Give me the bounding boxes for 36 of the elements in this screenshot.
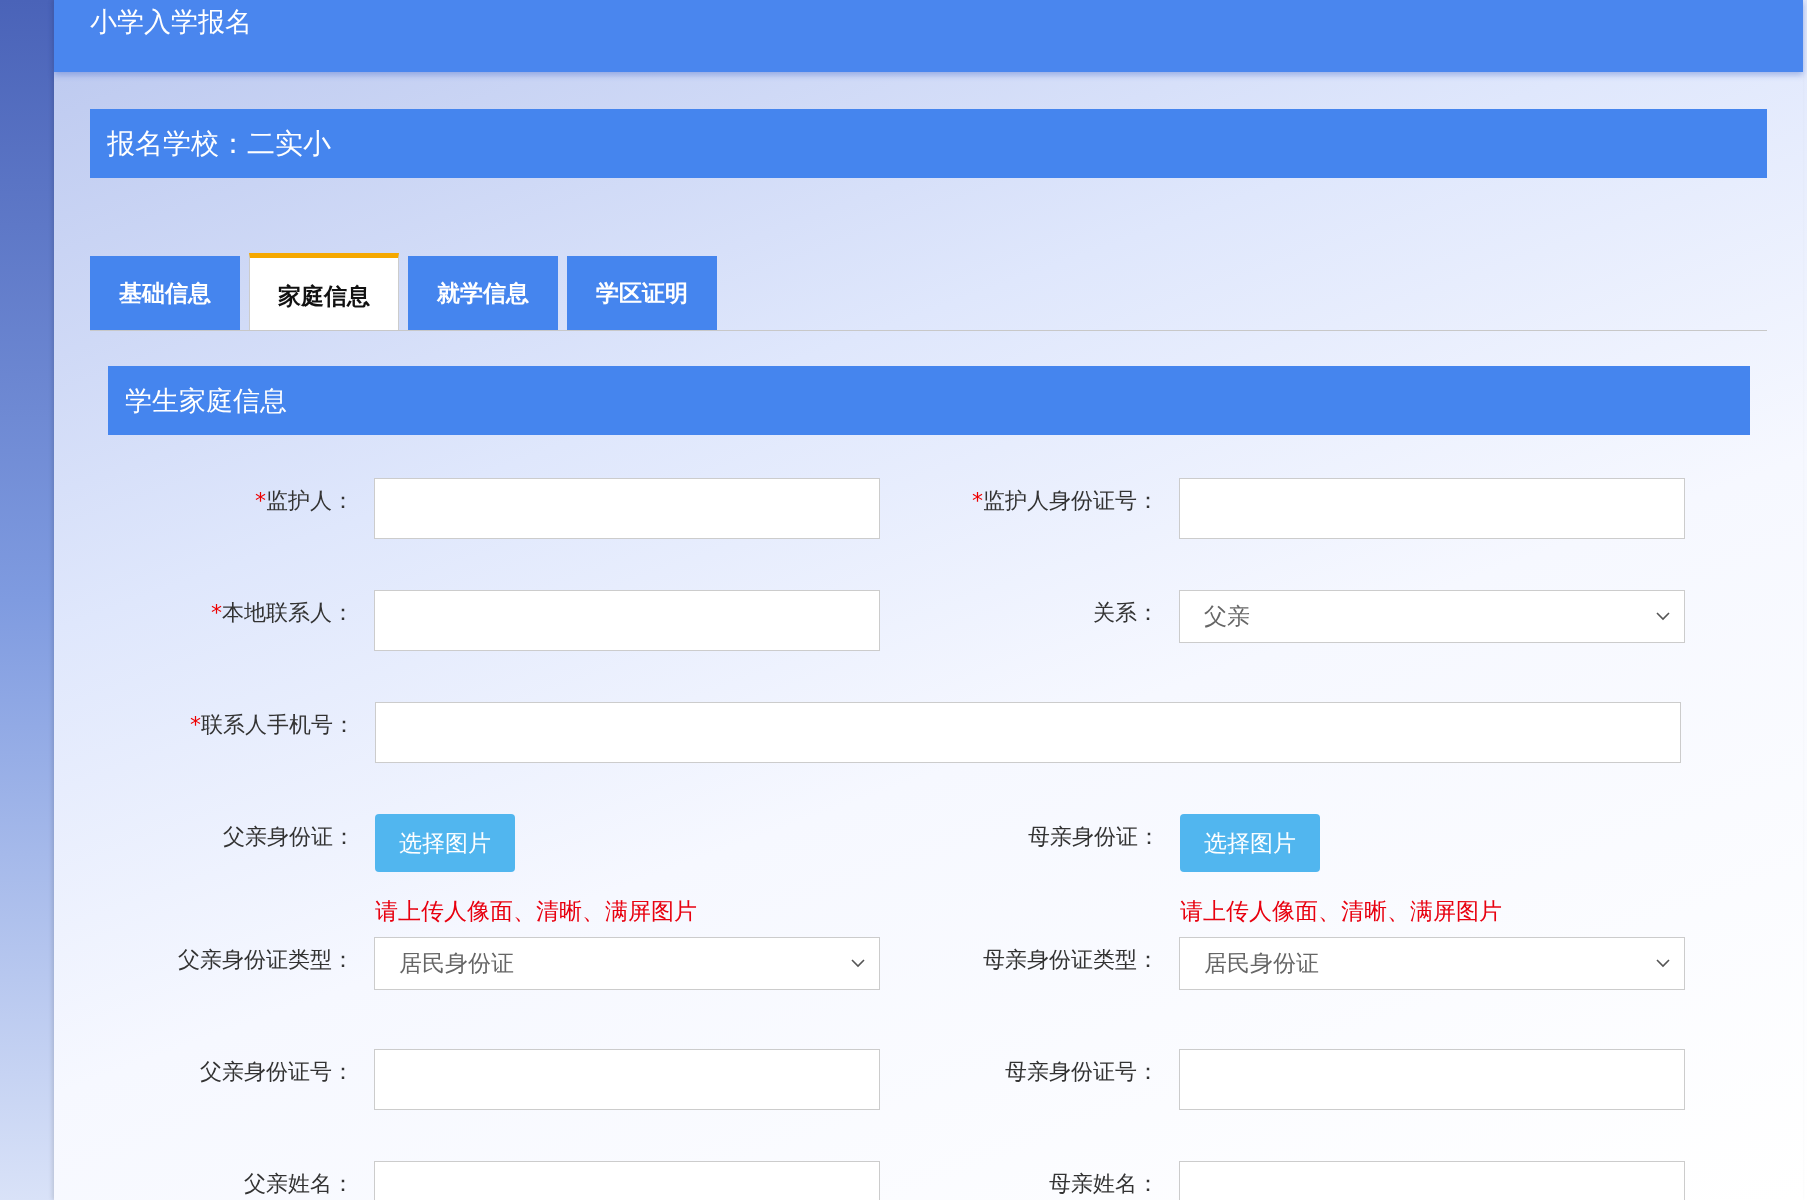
- chevron-down-icon: [851, 959, 865, 968]
- input-field[interactable]: [373, 478, 880, 539]
- field-label: 父亲身份证类型：: [176, 946, 354, 974]
- field-label: *本地联系人：: [209, 599, 354, 627]
- field-label: *监护人：: [253, 487, 354, 515]
- field-label: 父亲姓名：: [242, 1170, 354, 1198]
- select-field[interactable]: 父亲: [1178, 590, 1685, 643]
- input-field[interactable]: [373, 590, 880, 651]
- field-label: 父亲身份证号：: [198, 1058, 354, 1086]
- tab[interactable]: 基础信息: [90, 256, 240, 330]
- choose-image-button[interactable]: 选择图片: [375, 814, 515, 872]
- section-title: 学生家庭信息: [125, 383, 287, 418]
- field-label: *监护人身份证号：: [970, 487, 1159, 515]
- tab[interactable]: 家庭信息: [249, 253, 399, 330]
- select-field[interactable]: 居民身份证: [1178, 937, 1685, 990]
- field-label: 母亲身份证：: [1027, 823, 1160, 851]
- select-field[interactable]: 居民身份证: [373, 937, 880, 990]
- field-label: 父亲身份证：: [222, 823, 355, 851]
- input-field[interactable]: [1178, 1049, 1685, 1110]
- input-field[interactable]: [1178, 478, 1685, 539]
- page-title: 小学入学报名: [90, 5, 252, 39]
- upload-hint: 请上传人像面、清晰、满屏图片: [1180, 897, 1502, 926]
- tab[interactable]: 学区证明: [567, 256, 717, 330]
- chevron-down-icon: [1656, 959, 1670, 968]
- field-label: *联系人手机号：: [189, 711, 355, 739]
- field-label: 母亲身份证类型：: [981, 946, 1159, 974]
- field-label: 关系：: [1091, 599, 1159, 627]
- chevron-down-icon: [1656, 612, 1670, 621]
- choose-image-button[interactable]: 选择图片: [1180, 814, 1320, 872]
- tab[interactable]: 就学信息: [408, 256, 558, 330]
- field-label: 母亲身份证号：: [1003, 1058, 1159, 1086]
- input-field[interactable]: [373, 1049, 880, 1110]
- field-label: 母亲姓名：: [1047, 1170, 1159, 1198]
- upload-hint: 请上传人像面、清晰、满屏图片: [375, 897, 697, 926]
- school-name: 报名学校：二实小: [107, 125, 331, 162]
- input-field[interactable]: [375, 702, 1681, 763]
